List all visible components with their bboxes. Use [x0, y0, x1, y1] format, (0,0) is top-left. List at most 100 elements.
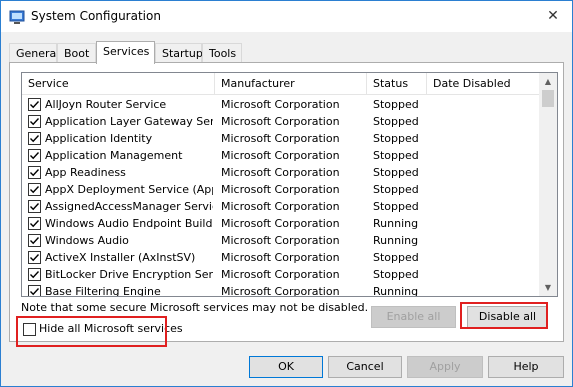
services-tab-panel: Service Manufacturer Status Date Disable… [9, 62, 564, 342]
tab-general[interactable]: General [9, 43, 59, 63]
service-manufacturer: Microsoft Corporation [221, 285, 340, 297]
table-row[interactable]: AllJoyn Router Service Microsoft Corpora… [22, 96, 539, 113]
column-header-service[interactable]: Service [22, 73, 215, 95]
service-status: Running [373, 234, 419, 247]
secure-services-note: Note that some secure Microsoft services… [21, 301, 369, 314]
service-status: Stopped [373, 183, 419, 196]
enable-all-button[interactable]: Enable all [371, 306, 456, 328]
service-name: BitLocker Drive Encryption Service [45, 268, 213, 281]
service-manufacturer: Microsoft Corporation [221, 132, 340, 145]
service-manufacturer: Microsoft Corporation [221, 200, 340, 213]
service-manufacturer: Microsoft Corporation [221, 98, 340, 111]
table-row[interactable]: Application Management Microsoft Corpora… [22, 147, 539, 164]
service-checkbox[interactable] [28, 149, 41, 162]
service-status: Stopped [373, 251, 419, 264]
checkmark-icon [30, 101, 40, 109]
service-checkbox[interactable] [28, 234, 41, 247]
service-status: Running [373, 217, 419, 230]
system-configuration-window: System Configuration ✕ General Boot Serv… [0, 0, 573, 387]
service-name: Application Management [45, 149, 183, 162]
system-configuration-icon [9, 10, 25, 24]
service-checkbox[interactable] [28, 183, 41, 196]
service-name: App Readiness [45, 166, 126, 179]
checkmark-icon [30, 118, 40, 126]
service-checkbox[interactable] [28, 251, 41, 264]
scroll-up-arrow-icon[interactable]: ▲ [539, 73, 557, 90]
table-row[interactable]: Windows Audio Microsoft Corporation Runn… [22, 232, 539, 249]
service-manufacturer: Microsoft Corporation [221, 183, 340, 196]
service-manufacturer: Microsoft Corporation [221, 115, 340, 128]
service-name: Base Filtering Engine [45, 285, 161, 297]
service-name: Windows Audio Endpoint Builder [45, 217, 213, 230]
table-row[interactable]: BitLocker Drive Encryption Service Micro… [22, 266, 539, 283]
service-manufacturer: Microsoft Corporation [221, 268, 340, 281]
table-row[interactable]: Application Layer Gateway Service Micros… [22, 113, 539, 130]
close-icon: ✕ [547, 8, 559, 24]
service-checkbox[interactable] [28, 268, 41, 281]
table-row[interactable]: App Readiness Microsoft Corporation Stop… [22, 164, 539, 181]
vertical-scrollbar[interactable]: ▲ ▼ [539, 73, 557, 296]
tab-tools[interactable]: Tools [202, 43, 242, 63]
service-status: Stopped [373, 149, 419, 162]
table-row[interactable]: Base Filtering Engine Microsoft Corporat… [22, 283, 539, 297]
table-row[interactable]: AssignedAccessManager Service Microsoft … [22, 198, 539, 215]
ok-button[interactable]: OK [249, 356, 323, 378]
service-name: Application Layer Gateway Service [45, 115, 213, 128]
column-header-status[interactable]: Status [367, 73, 427, 95]
service-manufacturer: Microsoft Corporation [221, 251, 340, 264]
apply-button[interactable]: Apply [407, 356, 483, 378]
close-button[interactable]: ✕ [542, 5, 564, 27]
checkmark-icon [30, 254, 40, 262]
service-manufacturer: Microsoft Corporation [221, 166, 340, 179]
service-checkbox[interactable] [28, 166, 41, 179]
service-status: Stopped [373, 98, 419, 111]
checkmark-icon [30, 169, 40, 177]
help-button[interactable]: Help [488, 356, 564, 378]
service-status: Running [373, 285, 419, 297]
service-status: Stopped [373, 268, 419, 281]
service-status: Stopped [373, 132, 419, 145]
service-status: Stopped [373, 200, 419, 213]
column-header-manufacturer[interactable]: Manufacturer [215, 73, 367, 95]
table-row[interactable]: AppX Deployment Service (AppX... Microso… [22, 181, 539, 198]
column-header-date-disabled[interactable]: Date Disabled [427, 73, 539, 95]
service-checkbox[interactable] [28, 285, 41, 296]
service-checkbox[interactable] [28, 200, 41, 213]
service-checkbox[interactable] [28, 98, 41, 111]
tab-services[interactable]: Services [96, 41, 155, 64]
service-manufacturer: Microsoft Corporation [221, 217, 340, 230]
checkmark-icon [30, 135, 40, 143]
scroll-down-arrow-icon[interactable]: ▼ [539, 279, 557, 296]
service-name: AssignedAccessManager Service [45, 200, 213, 213]
services-rows: AllJoyn Router Service Microsoft Corpora… [22, 96, 539, 297]
service-name: Windows Audio [45, 234, 129, 247]
checkmark-icon [30, 152, 40, 160]
table-row[interactable]: ActiveX Installer (AxInstSV) Microsoft C… [22, 249, 539, 266]
scroll-thumb[interactable] [542, 90, 554, 107]
service-checkbox[interactable] [28, 115, 41, 128]
checkmark-icon [30, 203, 40, 211]
services-list[interactable]: Service Manufacturer Status Date Disable… [21, 72, 558, 297]
disable-all-highlight [460, 302, 548, 329]
service-manufacturer: Microsoft Corporation [221, 149, 340, 162]
cancel-button[interactable]: Cancel [328, 356, 402, 378]
window-title: System Configuration [31, 9, 161, 23]
table-row[interactable]: Application Identity Microsoft Corporati… [22, 130, 539, 147]
service-name: AllJoyn Router Service [45, 98, 167, 111]
service-name: ActiveX Installer (AxInstSV) [45, 251, 196, 264]
tab-startup[interactable]: Startup [155, 43, 203, 63]
tab-boot[interactable]: Boot [57, 43, 96, 63]
hide-microsoft-services-highlight [16, 316, 167, 347]
checkmark-icon [30, 237, 40, 245]
service-checkbox[interactable] [28, 217, 41, 230]
table-row[interactable]: Windows Audio Endpoint Builder Microsoft… [22, 215, 539, 232]
service-name: Application Identity [45, 132, 153, 145]
checkmark-icon [30, 186, 40, 194]
checkmark-icon [30, 271, 40, 279]
title-bar: System Configuration ✕ [1, 1, 572, 32]
service-checkbox[interactable] [28, 132, 41, 145]
service-manufacturer: Microsoft Corporation [221, 234, 340, 247]
service-status: Stopped [373, 166, 419, 179]
checkmark-icon [30, 220, 40, 228]
service-status: Stopped [373, 115, 419, 128]
